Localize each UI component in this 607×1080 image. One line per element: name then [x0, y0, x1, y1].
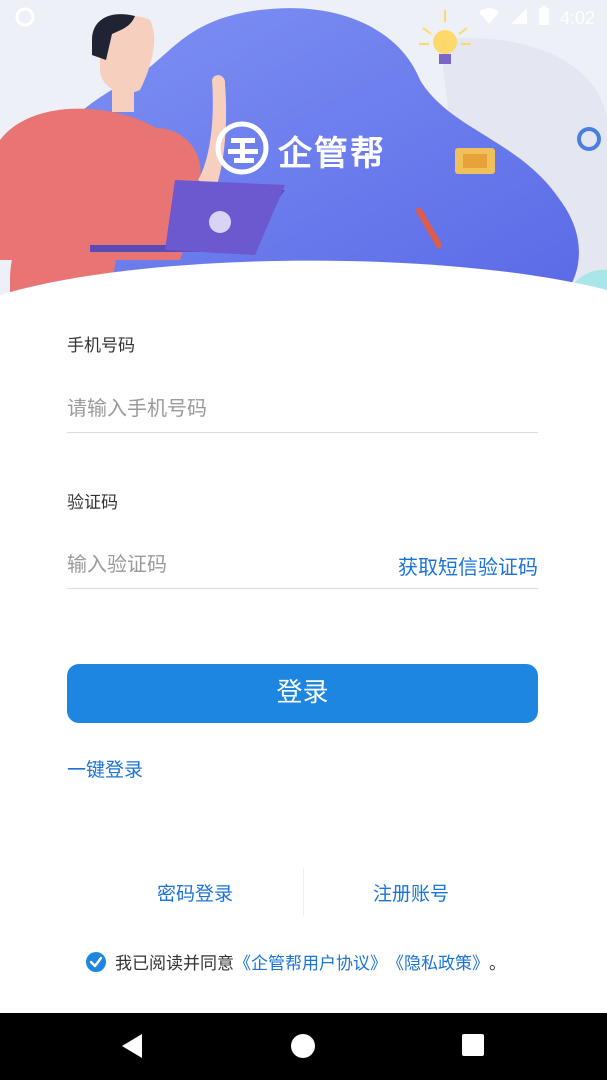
agreement-text: 我已阅读并同意	[115, 954, 234, 974]
one-key-login-link[interactable]: 一键登录	[67, 755, 143, 782]
status-indicators: 4:02	[478, 6, 595, 30]
phone-label: 手机号码	[67, 336, 135, 356]
phone-divider	[67, 432, 538, 433]
agreement-checkbox[interactable]	[86, 951, 106, 972]
app-name: 企管帮	[278, 133, 386, 174]
agreement-row: 我已阅读并同意 《企管帮用户协议》 《隐私政策》 。	[86, 949, 506, 974]
battery-icon	[538, 6, 550, 30]
privacy-policy-link[interactable]: 《隐私政策》	[387, 949, 489, 974]
code-divider	[67, 588, 538, 589]
code-input[interactable]	[67, 542, 367, 586]
phone-input[interactable]	[67, 386, 537, 430]
code-label: 验证码	[67, 493, 118, 513]
logo-icon	[214, 120, 270, 180]
user-agreement-link[interactable]: 《企管帮用户协议》	[234, 949, 387, 974]
bottom-divider	[303, 868, 304, 916]
app-logo: 企管帮	[214, 120, 386, 180]
agreement-suffix: 。	[489, 954, 506, 974]
home-icon[interactable]	[290, 1033, 316, 1063]
wifi-icon	[478, 7, 500, 29]
notification-icon	[14, 6, 36, 32]
check-icon	[86, 951, 106, 972]
signal-icon	[510, 7, 528, 29]
status-time: 4:02	[559, 7, 595, 28]
back-icon[interactable]	[120, 1033, 144, 1063]
status-bar: 4:02	[0, 0, 607, 34]
register-link[interactable]: 注册账号	[373, 879, 449, 906]
login-button[interactable]: 登录	[67, 664, 538, 723]
navigation-bar	[0, 1013, 607, 1080]
password-login-link[interactable]: 密码登录	[157, 879, 233, 906]
recents-icon[interactable]	[461, 1033, 485, 1061]
get-sms-code-button[interactable]: 获取短信验证码	[398, 551, 538, 580]
